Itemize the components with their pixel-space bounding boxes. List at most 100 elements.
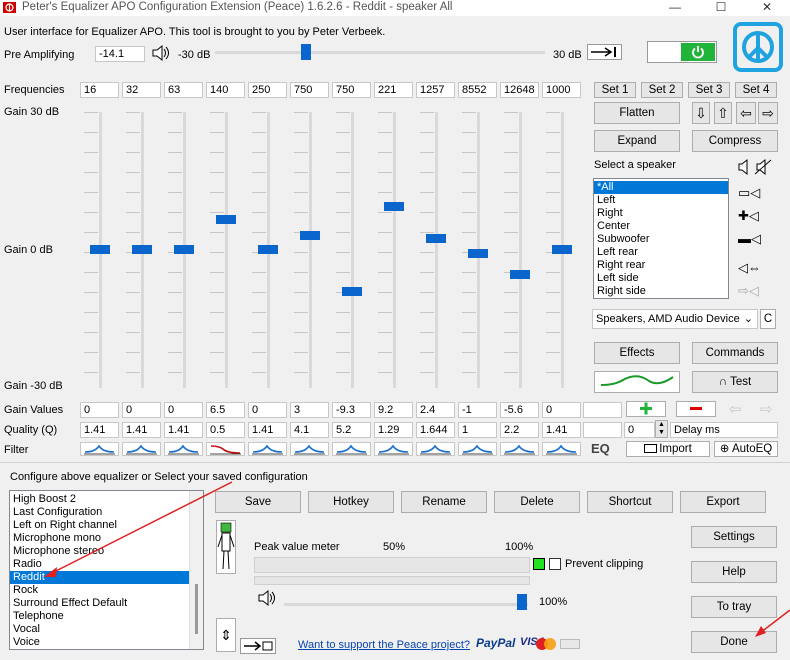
quality-input[interactable]: 0.5 [206,422,245,438]
prevent-clipping-checkbox[interactable] [549,558,561,570]
filter-type-button[interactable] [248,442,287,456]
gain-slider-thumb[interactable] [383,202,404,212]
volume-slider[interactable] [284,603,528,606]
speaker-arrow-icon[interactable]: ⇨◁ [738,283,759,299]
frequency-input[interactable]: 1257 [416,82,455,98]
support-link[interactable]: Want to support the Peace project? [298,639,470,651]
gain-slider[interactable] [224,112,228,388]
speaker-list-item[interactable]: Right [594,207,728,220]
frequency-input[interactable]: 63 [164,82,203,98]
speaker-list-item[interactable]: *All [594,181,728,194]
maximize-button[interactable]: ☐ [698,0,744,16]
speaker-list-item[interactable]: Left [594,194,728,207]
config-list-item[interactable]: Reddit [10,571,189,584]
speaker-list-item[interactable]: Right side [594,285,728,298]
speaker-icon[interactable] [150,44,172,62]
compress-button[interactable]: Compress [692,130,778,152]
config-list[interactable]: High Boost 2 Last Configuration Left on Ri… [9,490,204,650]
quality-input[interactable]: 1.29 [374,422,413,438]
settings-button[interactable]: Settings [691,526,777,548]
gain-slider-thumb[interactable] [257,244,278,254]
gain-slider-thumb[interactable] [131,244,152,254]
filter-type-button[interactable] [122,442,161,456]
gain-slider-thumb[interactable] [341,286,362,296]
person-button[interactable] [216,520,236,574]
delay-input[interactable]: 0 [624,422,655,438]
pre-amp-input[interactable]: -14.1 [95,46,145,62]
quality-input[interactable]: 1.41 [122,422,161,438]
arrow-left-icon[interactable]: ⇦ [736,102,756,124]
arrow-down-icon[interactable]: ⇩ [692,102,710,124]
power-toggle[interactable] [647,41,717,63]
speaker-list-item[interactable]: Center [594,220,728,233]
frequency-input[interactable]: 8552 [458,82,497,98]
gain-value-input[interactable]: -9.3 [332,402,371,418]
export-button[interactable]: Export [680,491,766,513]
gain-slider[interactable] [350,112,354,388]
filter-type-button[interactable] [374,442,413,456]
config-list-item[interactable]: Radio [10,558,189,571]
arrow-right-icon[interactable]: ⇨ [758,102,778,124]
config-list-item[interactable]: Last Configuration [10,506,189,519]
arrow-right-to-box-icon[interactable] [240,638,276,654]
test-button[interactable]: ∩ Test [692,371,778,393]
quality-input[interactable]: 5.2 [332,422,371,438]
gain-value-input[interactable]: 0 [122,402,161,418]
c-button[interactable]: C [760,309,776,329]
filter-type-button[interactable] [458,442,497,456]
filter-type-button[interactable] [80,442,119,456]
frequency-input[interactable]: 12648 [500,82,539,98]
gain-value-input[interactable]: -1 [458,402,497,418]
quality-input[interactable]: 2.2 [500,422,539,438]
eq-label[interactable]: EQ [591,441,610,456]
done-button[interactable]: Done [691,631,777,653]
speaker-minus-icon[interactable]: ▬◁ [738,231,761,247]
frequency-input[interactable]: 250 [248,82,287,98]
gain-slider-thumb[interactable] [89,244,110,254]
shift-right-icon[interactable]: ⇨ [760,400,773,418]
set-4-button[interactable]: Set 4 [735,82,777,98]
speaker-list-item[interactable]: Left rear [594,246,728,259]
add-band-button[interactable] [626,401,666,417]
gain-value-extra[interactable] [583,402,622,418]
filter-type-button[interactable] [290,442,329,456]
frequency-input[interactable]: 32 [122,82,161,98]
set-3-button[interactable]: Set 3 [688,82,730,98]
speaker-list-item[interactable]: Subwoofer [594,233,728,246]
gain-value-input[interactable]: 9.2 [374,402,413,418]
frequency-input[interactable]: 16 [80,82,119,98]
arrow-right-to-bar-icon[interactable] [587,44,622,60]
gain-value-input[interactable]: 0 [542,402,581,418]
swap-vertical-icon[interactable]: ⇕ [216,618,236,652]
quality-input[interactable]: 4.1 [290,422,329,438]
quality-input[interactable]: 1.41 [164,422,203,438]
set-2-button[interactable]: Set 2 [641,82,683,98]
filter-type-button[interactable] [164,442,203,456]
quality-input[interactable]: 1.41 [80,422,119,438]
gain-slider-thumb[interactable] [173,244,194,254]
gain-slider[interactable] [392,112,396,388]
config-list-item[interactable]: Microphone stereo [10,545,189,558]
gain-slider[interactable] [518,112,522,388]
rename-button[interactable]: Rename [401,491,487,513]
quality-input[interactable]: 1.644 [416,422,455,438]
gain-value-input[interactable]: 3 [290,402,329,418]
filter-type-button[interactable] [332,442,371,456]
flatten-button[interactable]: Flatten [594,102,680,124]
shortcut-button[interactable]: Shortcut [587,491,673,513]
gain-slider-thumb[interactable] [551,244,572,254]
speaker-list-item[interactable]: Right rear [594,259,728,272]
shift-left-icon[interactable]: ⇦ [729,400,742,418]
filter-type-button[interactable] [500,442,539,456]
volume-slider-thumb[interactable] [517,594,527,610]
config-list-item[interactable]: Vocal [10,623,189,636]
quality-input[interactable]: 1.41 [248,422,287,438]
gain-value-input[interactable]: 0 [164,402,203,418]
gain-value-input[interactable]: 6.5 [206,402,245,418]
delay-spinner[interactable]: ▲ ▼ [655,420,668,438]
gain-slider-thumb[interactable] [425,233,446,243]
minimize-button[interactable]: — [652,0,698,16]
gain-slider-thumb[interactable] [299,230,320,240]
gain-slider[interactable] [434,112,438,388]
frequency-input[interactable]: 221 [374,82,413,98]
